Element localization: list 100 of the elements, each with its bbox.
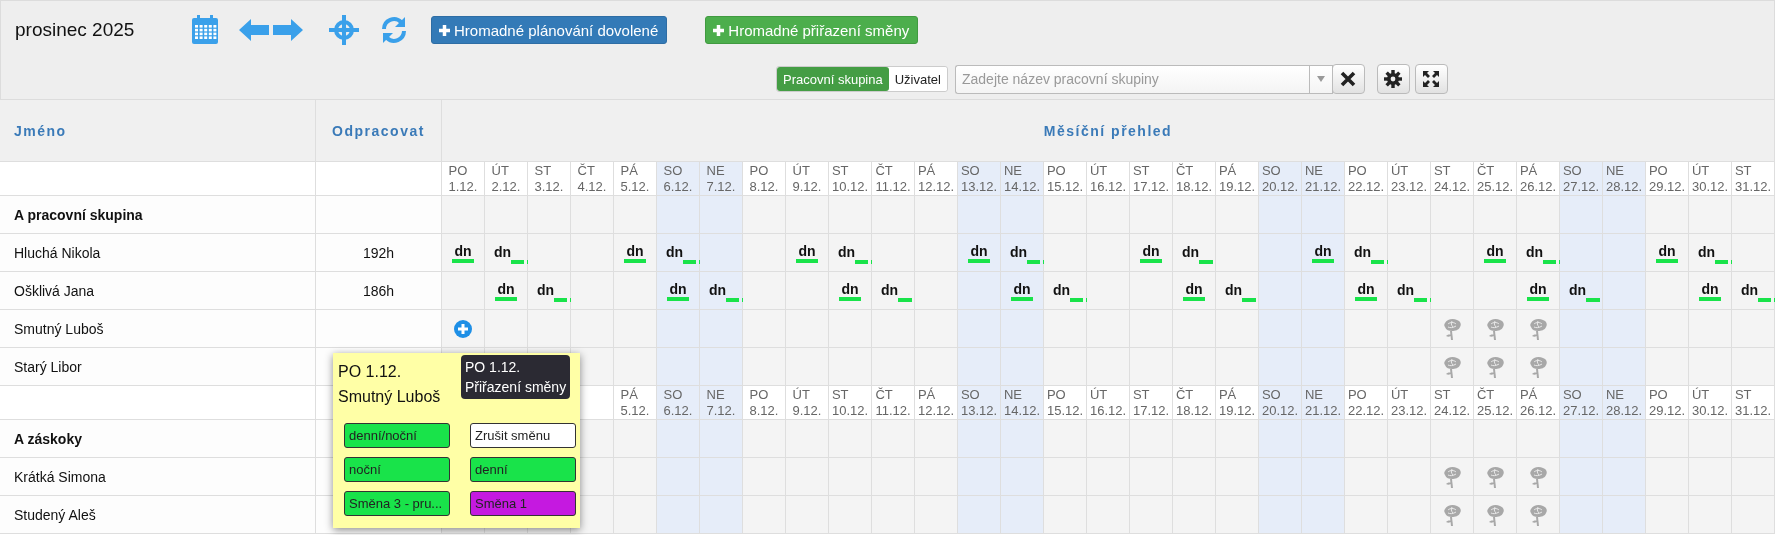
calendar-icon[interactable]	[191, 15, 219, 45]
clear-button[interactable]	[1332, 64, 1365, 94]
shift-code[interactable]: dn	[1698, 244, 1716, 260]
shift-code[interactable]: dn	[537, 282, 555, 298]
shift-code[interactable]: dn	[1183, 280, 1205, 301]
day-header: ST 10.12.	[829, 162, 872, 196]
table-cell	[1001, 420, 1044, 458]
table-cell	[657, 348, 700, 386]
table-cell	[1001, 496, 1044, 534]
shift-code[interactable]: dn	[666, 244, 684, 260]
shift-code[interactable]: dn	[1053, 282, 1071, 298]
shift-code[interactable]: dn	[839, 280, 861, 301]
day-header: ČT 18.12.	[1173, 386, 1216, 420]
day-header: NE 28.12.	[1603, 162, 1646, 196]
shift-code[interactable]: dn	[1312, 242, 1334, 263]
shift-option-button[interactable]: Zrušit směnu	[470, 423, 576, 448]
table-cell	[700, 196, 743, 234]
day-header: ÚT 16.12.	[1087, 162, 1130, 196]
shift-code[interactable]: dn	[968, 242, 990, 263]
table-cell	[1689, 348, 1732, 386]
day-header: ST 3.12.	[528, 162, 571, 196]
day-header: NE 21.12.	[1302, 386, 1345, 420]
table-cell	[614, 458, 657, 496]
day-header: PÁ 12.12.	[915, 162, 958, 196]
caret-icon	[1317, 76, 1325, 82]
table-cell	[958, 458, 1001, 496]
table-cell	[872, 348, 915, 386]
shift-code[interactable]: dn	[1011, 280, 1033, 301]
table-cell	[743, 196, 786, 234]
table-cell	[786, 348, 829, 386]
table-cell	[1130, 420, 1173, 458]
shift-code[interactable]: dn	[1355, 280, 1377, 301]
day-header: PÁ 19.12.	[1216, 162, 1259, 196]
day-header: PÁ 26.12.	[1517, 386, 1560, 420]
day-header: PO 1.12.	[442, 162, 485, 196]
table-cell	[915, 458, 958, 496]
shift-code[interactable]: dn	[494, 244, 512, 260]
shift-option-button[interactable]: denní	[470, 457, 576, 482]
table-cell	[1130, 348, 1173, 386]
arrow-left-icon[interactable]	[239, 19, 269, 41]
day-header: PO 15.12.	[1044, 162, 1087, 196]
shift-code[interactable]: dn	[1182, 244, 1200, 260]
shift-option-button[interactable]: denní/noční	[344, 423, 450, 448]
fullscreen-button[interactable]	[1415, 64, 1448, 94]
shift-code[interactable]: dn	[709, 282, 727, 298]
table-cell	[958, 348, 1001, 386]
shift-code[interactable]: dn	[1699, 280, 1721, 301]
day-header: SO 20.12.	[1259, 386, 1302, 420]
shift-code[interactable]: dn	[1569, 282, 1587, 298]
shift-code[interactable]: dn	[1484, 242, 1506, 263]
shift-code[interactable]: dn	[1656, 242, 1678, 263]
dropdown-toggle[interactable]	[1309, 64, 1333, 94]
table-cell	[1259, 196, 1302, 234]
table-cell	[872, 420, 915, 458]
shift-code[interactable]: dn	[1527, 280, 1549, 301]
shift-code[interactable]: dn	[838, 244, 856, 260]
table-cell	[1087, 348, 1130, 386]
table-cell	[915, 348, 958, 386]
day-header: NE 14.12.	[1001, 386, 1044, 420]
shift-code[interactable]: dn	[1010, 244, 1028, 260]
table-cell	[1345, 458, 1388, 496]
vacation-planning-button[interactable]: Hromadné plánování dovolené	[431, 16, 668, 44]
table-cell	[1345, 348, 1388, 386]
arrow-right-icon[interactable]	[273, 19, 303, 41]
shift-code[interactable]: dn	[1397, 282, 1415, 298]
table-cell	[1646, 310, 1689, 348]
shift-option-button[interactable]: Směna 3 - pru...	[344, 491, 450, 516]
shift-code[interactable]: dn	[624, 242, 646, 263]
table-cell: Smutný Luboš	[0, 310, 316, 348]
day-header: SO 13.12.	[958, 386, 1001, 420]
table-cell	[915, 420, 958, 458]
table-cell	[743, 348, 786, 386]
shift-option-button[interactable]: Směna 1	[470, 491, 576, 516]
day-header: ST 17.12.	[1130, 162, 1173, 196]
shift-code[interactable]: dn	[1526, 244, 1544, 260]
plus-icon	[712, 23, 726, 37]
shift-code[interactable]: dn	[796, 242, 818, 263]
add-icon[interactable]	[454, 319, 472, 338]
shift-code[interactable]: dn	[495, 280, 517, 301]
shift-code[interactable]: dn	[1354, 244, 1372, 260]
column-header: Jméno	[0, 100, 316, 162]
refresh-icon[interactable]	[379, 15, 409, 45]
shift-code[interactable]: dn	[1741, 282, 1759, 298]
table-cell	[1173, 348, 1216, 386]
table-cell	[1302, 458, 1345, 496]
shift-code[interactable]: dn	[452, 242, 474, 263]
group-header: A záskoky	[0, 420, 316, 458]
shift-code[interactable]: dn	[667, 280, 689, 301]
shift-option-button[interactable]: noční	[344, 457, 450, 482]
search-field[interactable]: Zadejte název pracovní skupiny	[955, 64, 1309, 94]
day-header: ÚT 2.12.	[485, 162, 528, 196]
tooltip: PO 1.12. Přiřazení směny	[461, 355, 571, 399]
crosshair-icon[interactable]	[329, 15, 359, 45]
shift-code[interactable]: dn	[881, 282, 899, 298]
day-header: ÚT 9.12.	[786, 386, 829, 420]
shift-code[interactable]: dn	[1225, 282, 1243, 298]
column-header: Odpracovat	[316, 100, 442, 162]
shift-code[interactable]: dn	[1140, 242, 1162, 263]
settings-button[interactable]	[1377, 64, 1410, 94]
table-cell	[1388, 196, 1431, 234]
